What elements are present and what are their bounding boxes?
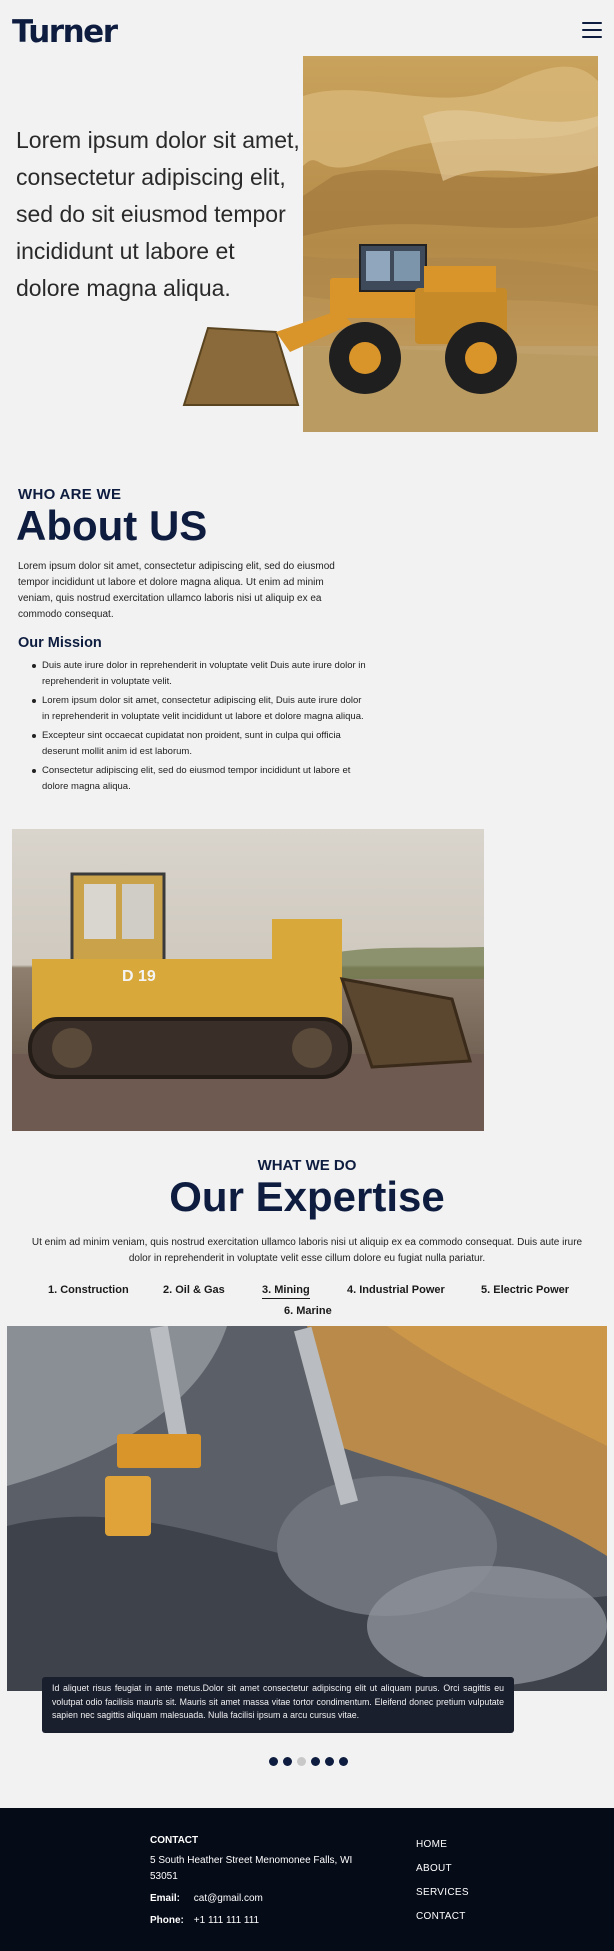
address: 5 South Heather Street Menomonee Falls, …: [150, 1855, 353, 1882]
carousel-dot[interactable]: [283, 1757, 292, 1766]
bulldozer-image: D 19: [12, 829, 484, 1131]
footer-link-contact[interactable]: CONTACT: [416, 1911, 469, 1922]
logo[interactable]: Turner: [12, 14, 118, 50]
about-body: Lorem ipsum dolor sit amet, consectetur …: [18, 561, 335, 620]
mission-list: Duis aute irure dolor in reprehenderit i…: [32, 658, 368, 798]
hamburger-menu-icon[interactable]: [582, 22, 602, 38]
carousel-dot[interactable]: [269, 1757, 278, 1766]
about-title: About US: [16, 502, 208, 549]
tab-mining[interactable]: 3. Mining: [262, 1284, 310, 1299]
carousel-dot[interactable]: [325, 1757, 334, 1766]
footer-link-about[interactable]: ABOUT: [416, 1863, 469, 1874]
footer-link-services[interactable]: SERVICES: [416, 1887, 469, 1898]
tab-construction[interactable]: 1. Construction: [48, 1284, 129, 1296]
mission-item: Consectetur adipiscing elit, sed do eius…: [32, 763, 368, 794]
tab-electric-power[interactable]: 5. Electric Power: [481, 1284, 569, 1296]
expertise-body: Ut enim ad minim veniam, quis nostrud ex…: [31, 1237, 583, 1264]
tab-oil-gas[interactable]: 2. Oil & Gas: [163, 1284, 225, 1296]
phone-label: Phone:: [150, 1915, 184, 1926]
expertise-title: Our Expertise: [169, 1173, 445, 1220]
carousel-dot[interactable]: [311, 1757, 320, 1766]
expertise-section-label: WHAT WE DO: [257, 1157, 357, 1174]
footer-nav: HOME ABOUT SERVICES CONTACT: [416, 1839, 469, 1935]
carousel-dot-active[interactable]: [297, 1757, 306, 1766]
mission-item: Lorem ipsum dolor sit amet, consectetur …: [32, 693, 368, 724]
phone-link[interactable]: +1 111 111 111: [194, 1915, 259, 1926]
wheel-loader-graphic: [182, 244, 517, 406]
contact-heading: CONTACT: [150, 1835, 199, 1846]
mission-item: Duis aute irure dolor in reprehenderit i…: [32, 658, 368, 689]
phone-row: Phone: +1 111 111 111: [150, 1915, 259, 1926]
email-label: Email:: [150, 1893, 181, 1904]
email-row: Email: cat@gmail.com: [150, 1893, 263, 1904]
svg-text:D 19: D 19: [122, 968, 156, 985]
about-section-label: WHO ARE WE: [18, 486, 122, 503]
tab-marine[interactable]: 6. Marine: [284, 1305, 332, 1317]
slide-caption: Id aliquet risus feugiat in ante metus.D…: [42, 1677, 514, 1733]
footer: CONTACT 5 South Heather Street Menomonee…: [0, 1808, 614, 1951]
mining-image: [7, 1326, 607, 1691]
carousel-dots: [269, 1757, 348, 1766]
mission-item: Excepteur sint occaecat cupidatat non pr…: [32, 728, 368, 759]
footer-link-home[interactable]: HOME: [416, 1839, 469, 1850]
tab-industrial-power[interactable]: 4. Industrial Power: [347, 1284, 445, 1296]
mission-title: Our Mission: [18, 635, 102, 651]
email-link[interactable]: cat@gmail.com: [194, 1893, 263, 1904]
carousel-dot[interactable]: [339, 1757, 348, 1766]
